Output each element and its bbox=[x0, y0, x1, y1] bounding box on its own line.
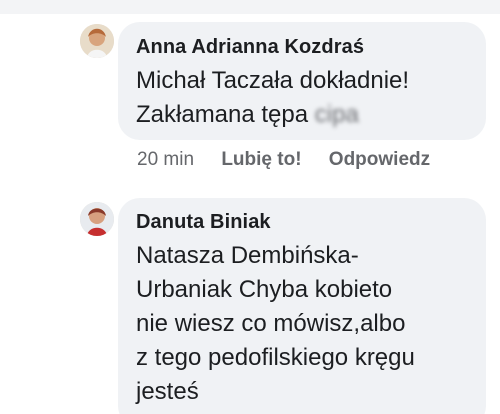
comment-text-line-2: Zakłamana tępa cipa bbox=[136, 99, 359, 131]
comment-text-line-1: Natasza Dembińska- bbox=[136, 242, 359, 269]
comment-danuta: Danuta Biniak Natasza Dembińska- Urbania… bbox=[0, 190, 500, 414]
comment-text-line-5: jesteś bbox=[136, 378, 199, 405]
reply-button[interactable]: Odpowiedz bbox=[329, 149, 430, 170]
obscured-word: cipa bbox=[314, 101, 359, 128]
comment-author[interactable]: Anna Adrianna Kozdraś bbox=[136, 36, 364, 59]
comment-text-line-2: Urbaniak Chyba kobieto bbox=[136, 276, 393, 303]
comment-actions: 20 min Lubię to! Odpowiedz bbox=[137, 149, 452, 171]
comment-text-line-4: z tego pedofilskiego kręgu bbox=[136, 344, 415, 371]
comment-thread: Anna Adrianna Kozdraś Michał Taczała dok… bbox=[0, 0, 500, 414]
comment-text-line-1: Michał Taczała dokładnie! bbox=[136, 67, 410, 94]
avatar-anna[interactable] bbox=[80, 24, 114, 58]
comment-anna: Anna Adrianna Kozdraś Michał Taczała dok… bbox=[0, 0, 500, 180]
avatar-danuta[interactable] bbox=[80, 202, 114, 236]
comment-text-visible: Zakłamana tępa bbox=[136, 101, 309, 128]
comment-text-line-3: nie wiesz co mówisz,albo bbox=[136, 310, 406, 337]
comment-time: 20 min bbox=[137, 149, 195, 170]
comment-bubble-danuta: Danuta Biniak Natasza Dembińska- Urbania… bbox=[118, 198, 486, 414]
comment-bubble-anna: Anna Adrianna Kozdraś Michał Taczała dok… bbox=[118, 22, 486, 140]
comment-author[interactable]: Danuta Biniak bbox=[136, 211, 271, 234]
like-button[interactable]: Lubię to! bbox=[221, 149, 301, 170]
